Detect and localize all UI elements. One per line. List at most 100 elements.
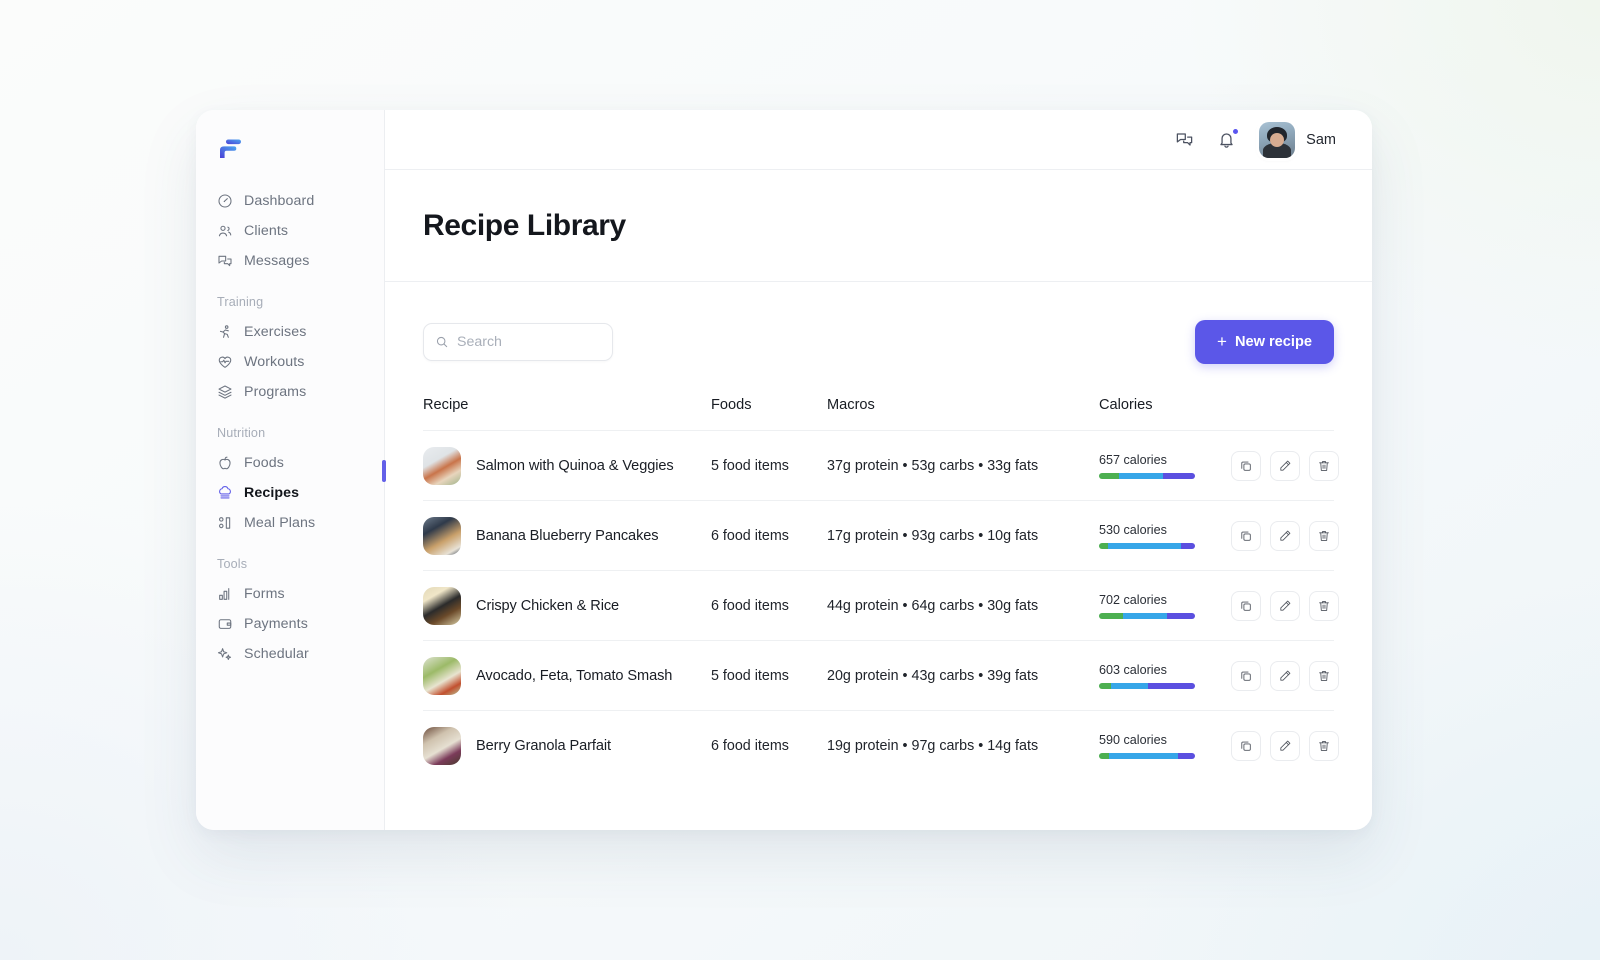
edit-button[interactable] [1270,521,1300,551]
trash-icon [1317,529,1331,543]
sidebar-item-label: Forms [244,587,285,601]
macro-bar-fats [1181,543,1195,549]
row-actions [1231,451,1339,481]
macro-bar-carbs [1108,543,1181,549]
content-area: + New recipe Recipe Foods Macros Calorie… [385,282,1372,830]
sidebar-section-tools: Tools [196,557,384,571]
search-icon [435,335,449,349]
calories-cell: 530 calories [1099,523,1231,549]
messages-button[interactable] [1173,129,1195,151]
row-actions [1231,591,1339,621]
macro-bar-fats [1148,683,1195,689]
sidebar-item-schedular[interactable]: Schedular [196,639,384,669]
edit-button[interactable] [1270,731,1300,761]
delete-button[interactable] [1309,661,1339,691]
calories-label: 530 calories [1099,523,1231,537]
sidebar-item-exercises[interactable]: Exercises [196,317,384,347]
recipe-name: Crispy Chicken & Rice [476,598,619,614]
messages-icon [1175,130,1194,149]
calories-label: 603 calories [1099,663,1231,677]
meal-plan-icon [217,515,233,531]
table-row[interactable]: Avocado, Feta, Tomato Smash 5 food items… [423,640,1334,710]
table-row[interactable]: Banana Blueberry Pancakes 6 food items 1… [423,500,1334,570]
table-row[interactable]: Berry Granola Parfait 6 food items 19g p… [423,710,1334,780]
recipe-name: Berry Granola Parfait [476,738,611,754]
delete-button[interactable] [1309,591,1339,621]
table-body: Salmon with Quinoa & Veggies 5 food item… [423,430,1334,780]
running-icon [217,324,233,340]
delete-button[interactable] [1309,451,1339,481]
foods-count: 5 food items [711,668,827,684]
macro-bar-protein [1099,683,1111,689]
macro-bar-fats [1178,753,1195,759]
sidebar-item-label: Programs [244,385,306,399]
sidebar-item-programs[interactable]: Programs [196,377,384,407]
table-row[interactable]: Crispy Chicken & Rice 6 food items 44g p… [423,570,1334,640]
sidebar-item-messages[interactable]: Messages [196,246,384,276]
sidebar-item-workouts[interactable]: Workouts [196,347,384,377]
sidebar-item-forms[interactable]: Forms [196,579,384,609]
edit-button[interactable] [1270,661,1300,691]
recipe-cell: Banana Blueberry Pancakes [423,517,711,555]
delete-button[interactable] [1309,521,1339,551]
avatar [1259,122,1295,158]
sidebar-item-recipes[interactable]: Recipes [196,478,384,508]
recipe-cell: Berry Granola Parfait [423,727,711,765]
duplicate-button[interactable] [1231,731,1261,761]
sidebar-item-clients[interactable]: Clients [196,216,384,246]
sidebar-item-label: Payments [244,617,308,631]
table-row[interactable]: Salmon with Quinoa & Veggies 5 food item… [423,430,1334,500]
duplicate-button[interactable] [1231,451,1261,481]
sidebar-item-label: Recipes [244,486,299,500]
toolbar: + New recipe [423,320,1334,364]
gauge-icon [217,193,233,209]
recipes-table: Recipe Foods Macros Calories Salmon with… [423,397,1334,780]
delete-button[interactable] [1309,731,1339,761]
main-area: Sam Recipe Library + New recipe [385,110,1372,830]
messages-icon [217,253,233,269]
sidebar-item-payments[interactable]: Payments [196,609,384,639]
pencil-icon [1278,739,1292,753]
sparkle-icon [217,646,233,662]
macro-bar [1099,613,1195,619]
search-box[interactable] [423,323,613,361]
sidebar-item-label: Schedular [244,647,309,661]
edit-button[interactable] [1270,591,1300,621]
copy-icon [1239,529,1253,543]
sidebar-item-meal-plans[interactable]: Meal Plans [196,508,384,538]
calories-cell: 603 calories [1099,663,1231,689]
foods-count: 6 food items [711,598,827,614]
macro-bar-carbs [1109,753,1178,759]
berry-granola-parfait-thumbnail [423,727,461,765]
column-header-foods: Foods [711,397,827,413]
row-actions [1231,731,1339,761]
row-actions [1231,521,1339,551]
calories-label: 590 calories [1099,733,1231,747]
duplicate-button[interactable] [1231,521,1261,551]
macro-bar [1099,543,1195,549]
trash-icon [1317,739,1331,753]
notifications-button[interactable] [1215,129,1237,151]
macro-bar [1099,753,1195,759]
topbar: Sam [385,110,1372,170]
calories-cell: 590 calories [1099,733,1231,759]
wallet-icon [217,616,233,632]
sidebar-item-label: Foods [244,456,284,470]
new-recipe-button[interactable]: + New recipe [1195,320,1334,364]
sidebar-item-foods[interactable]: Foods [196,448,384,478]
duplicate-button[interactable] [1231,661,1261,691]
duplicate-button[interactable] [1231,591,1261,621]
layers-icon [217,384,233,400]
macro-bar-carbs [1123,613,1167,619]
user-menu[interactable]: Sam [1259,122,1336,158]
sidebar-item-dashboard[interactable]: Dashboard [196,186,384,216]
chef-hat-icon [217,485,233,501]
edit-button[interactable] [1270,451,1300,481]
app-logo[interactable] [196,128,384,170]
search-input[interactable] [457,334,601,350]
recipe-name: Banana Blueberry Pancakes [476,528,658,544]
calories-label: 702 calories [1099,593,1231,607]
macros-text: 44g protein • 64g carbs • 30g fats [827,598,1099,614]
macro-bar-fats [1167,613,1195,619]
crispy-chicken-rice-thumbnail [423,587,461,625]
